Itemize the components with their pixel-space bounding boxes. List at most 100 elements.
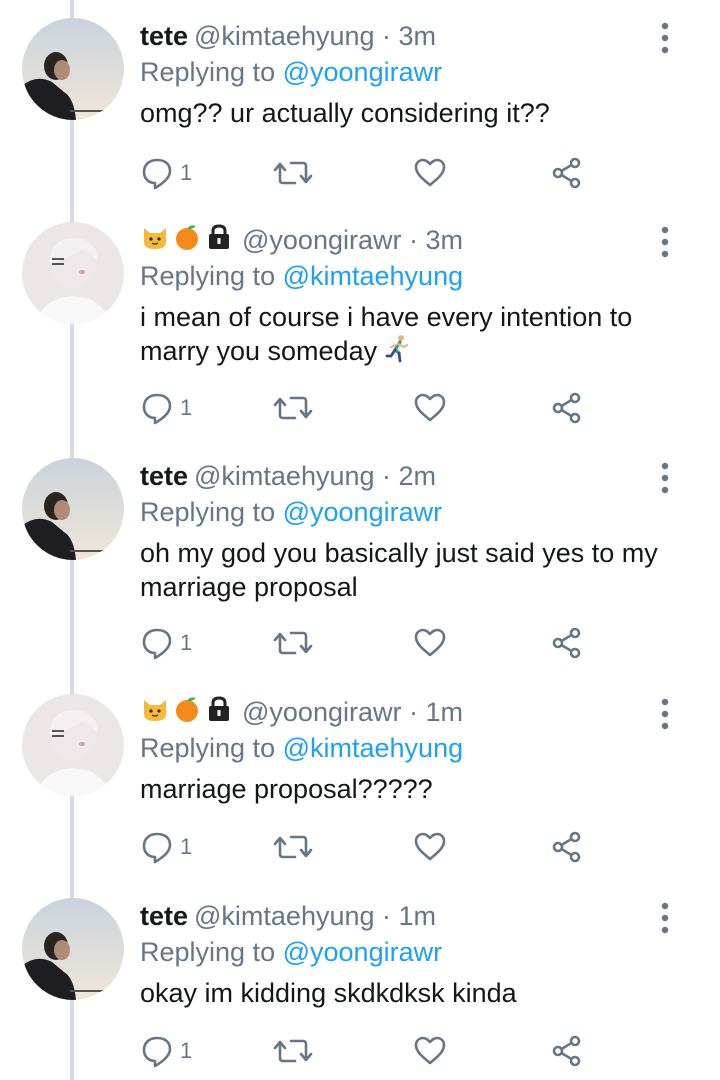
like-button[interactable] — [413, 388, 447, 428]
tweet-text: oh my god you basically just said yes to… — [140, 538, 658, 602]
share-button[interactable] — [550, 1031, 584, 1071]
replying-to: Replying to @yoongirawr — [140, 54, 442, 90]
timestamp[interactable]: · 3m — [409, 225, 463, 255]
avatar-image — [22, 898, 124, 1000]
heart-icon — [414, 628, 446, 657]
tweet-header: tete @kimtaehyung · 1m — [140, 898, 436, 934]
share-icon — [552, 157, 581, 189]
avatar-yoongi[interactable] — [22, 222, 124, 324]
more-options-icon[interactable] — [657, 460, 673, 496]
tangerine-emoji — [176, 697, 198, 722]
share-icon — [552, 627, 581, 659]
tweet-header: tete @kimtaehyung · 2m — [140, 458, 436, 494]
tweet-header: @yoongirawr · 1m — [140, 694, 463, 730]
retweet-button[interactable] — [273, 153, 313, 193]
handle[interactable]: @kimtaehyung — [194, 21, 375, 51]
tweet-actions: 1 — [140, 827, 600, 867]
more-options-icon[interactable] — [657, 696, 673, 732]
retweet-icon — [273, 631, 313, 655]
handle[interactable]: @yoongirawr — [242, 225, 401, 255]
retweet-icon — [273, 161, 313, 185]
retweet-button[interactable] — [273, 388, 313, 428]
tweet-text: okay im kidding skdkdksk kinda — [140, 978, 517, 1008]
display-name[interactable]: tete — [140, 461, 188, 491]
mention-link[interactable]: @kimtaehyung — [283, 261, 464, 291]
display-name-emojis[interactable] — [140, 222, 234, 252]
replying-to: Replying to @yoongirawr — [140, 494, 442, 530]
replying-to-label: Replying to — [140, 937, 276, 967]
heart-icon — [414, 832, 446, 861]
like-button[interactable] — [413, 1031, 447, 1071]
replying-to: Replying to @kimtaehyung — [140, 258, 463, 294]
heart-icon — [414, 1036, 446, 1065]
reply-count: 1 — [180, 160, 193, 185]
reply-count: 1 — [180, 834, 193, 859]
like-button[interactable] — [413, 827, 447, 867]
tweet-actions: 1 — [140, 623, 600, 663]
heart-icon — [414, 158, 446, 187]
retweet-icon — [273, 396, 313, 420]
mention-link[interactable]: @yoongirawr — [283, 937, 442, 967]
reply-button[interactable]: 1 — [140, 388, 192, 428]
tweet-text: i mean of course i have every intention … — [140, 300, 680, 368]
timestamp[interactable]: · 1m — [382, 901, 436, 931]
tweet-actions: 1 — [140, 388, 600, 428]
reply-icon — [142, 832, 172, 864]
avatar-image — [22, 694, 124, 796]
avatar-image — [22, 18, 124, 120]
tweet-actions: 1 — [140, 1031, 600, 1071]
replying-to: Replying to @yoongirawr — [140, 934, 442, 970]
mention-link[interactable]: @kimtaehyung — [283, 733, 464, 763]
display-name[interactable]: tete — [140, 21, 188, 51]
reply-icon — [142, 393, 172, 425]
avatar-yoongi[interactable] — [22, 694, 124, 796]
avatar-tete[interactable] — [22, 898, 124, 1000]
avatar-tete[interactable] — [22, 458, 124, 560]
more-options-icon[interactable] — [657, 224, 673, 260]
handle[interactable]: @kimtaehyung — [194, 461, 375, 491]
share-button[interactable] — [550, 388, 584, 428]
timestamp[interactable]: · 3m — [382, 21, 436, 51]
more-options-icon[interactable] — [657, 20, 673, 56]
share-button[interactable] — [550, 153, 584, 193]
cat-emoji — [144, 700, 166, 721]
reply-icon — [142, 1036, 172, 1068]
reply-button[interactable]: 1 — [140, 153, 192, 193]
share-button[interactable] — [550, 623, 584, 663]
share-button[interactable] — [550, 827, 584, 867]
share-icon — [552, 392, 581, 424]
display-name[interactable]: tete — [140, 901, 188, 931]
tangerine-emoji — [176, 225, 198, 250]
tweet-header: tete @kimtaehyung · 3m — [140, 18, 436, 54]
retweet-button[interactable] — [273, 1031, 313, 1071]
handle[interactable]: @kimtaehyung — [194, 901, 375, 931]
heart-icon — [414, 393, 446, 422]
reply-button[interactable]: 1 — [140, 827, 192, 867]
reply-button[interactable]: 1 — [140, 1031, 192, 1071]
avatar-image — [22, 458, 124, 560]
timestamp[interactable]: · 2m — [382, 461, 436, 491]
lock-emoji — [209, 696, 229, 721]
handle[interactable]: @yoongirawr — [242, 697, 401, 727]
running-man-emoji — [385, 335, 409, 363]
mention-link[interactable]: @yoongirawr — [283, 57, 442, 87]
reply-count: 1 — [180, 630, 193, 655]
display-name-emojis[interactable] — [140, 694, 234, 724]
like-button[interactable] — [413, 153, 447, 193]
mention-link[interactable]: @yoongirawr — [283, 497, 442, 527]
tweet-text: omg?? ur actually considering it?? — [140, 98, 550, 128]
tweet-header: @yoongirawr · 3m — [140, 222, 463, 258]
like-button[interactable] — [413, 623, 447, 663]
reply-button[interactable]: 1 — [140, 623, 192, 663]
replying-to-label: Replying to — [140, 57, 276, 87]
replying-to-label: Replying to — [140, 261, 276, 291]
tweet-text: marriage proposal????? — [140, 774, 433, 804]
reply-count: 1 — [180, 395, 193, 420]
retweet-button[interactable] — [273, 623, 313, 663]
share-icon — [552, 831, 581, 863]
timestamp[interactable]: · 1m — [409, 697, 463, 727]
avatar-tete[interactable] — [22, 18, 124, 120]
more-options-icon[interactable] — [657, 900, 673, 936]
retweet-button[interactable] — [273, 827, 313, 867]
retweet-icon — [273, 835, 313, 859]
